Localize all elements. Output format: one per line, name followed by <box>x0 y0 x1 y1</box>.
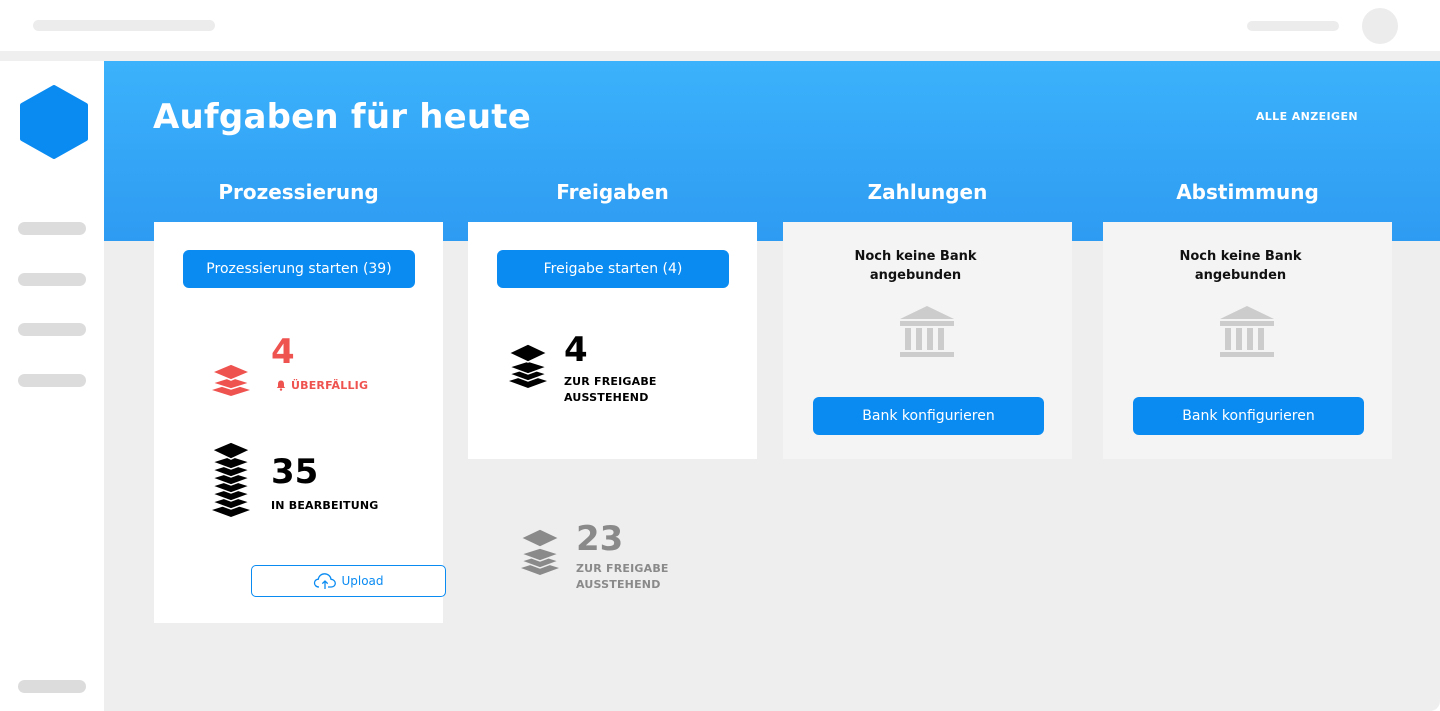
overdue-count: 4 <box>271 332 295 372</box>
tasks-banner <box>104 61 1440 241</box>
sidebar-item-2[interactable] <box>18 273 86 286</box>
payments-no-bank-line-2: angebunden <box>869 268 962 283</box>
upload-label: Upload <box>341 574 384 588</box>
processing-card: Prozessierung starten (39) 4 ÜBERFÄLLIG … <box>154 222 446 623</box>
other-pending-stack-icon <box>519 528 561 575</box>
sidebar <box>0 61 104 711</box>
avatar[interactable] <box>1362 8 1398 44</box>
sidebar-item-4[interactable] <box>18 374 86 387</box>
top-bar <box>0 0 1440 51</box>
pending-label-line-1: ZUR FREIGABE <box>564 375 657 388</box>
sidebar-item-3[interactable] <box>18 323 86 336</box>
overdue-stack-icon <box>210 363 252 396</box>
other-pending-label-line-2: AUSSTEHEND <box>576 578 661 591</box>
other-pending-count: 23 <box>576 519 624 559</box>
column-title-payments: Zahlungen <box>867 180 988 204</box>
column-title-processing: Prozessierung <box>218 180 379 204</box>
start-approval-button[interactable]: Freigabe starten (4) <box>497 250 729 288</box>
bell-icon <box>276 380 286 391</box>
start-processing-button[interactable]: Prozessierung starten (39) <box>183 250 415 288</box>
payments-no-bank-text: Noch keine Bank angebunden <box>771 247 1060 285</box>
pending-count: 4 <box>564 330 588 370</box>
app-logo-icon[interactable] <box>20 85 88 159</box>
sidebar-item-bottom[interactable] <box>18 680 86 693</box>
payments-card: Noch keine Bank angebunden Bank konfigur… <box>783 222 1072 459</box>
in-progress-label: IN BEARBEITUNG <box>271 499 379 512</box>
payments-no-bank-line-1: Noch keine Bank <box>854 249 977 264</box>
column-title-approvals: Freigaben <box>556 180 669 204</box>
reconciliation-card: Noch keine Bank angebunden Bank konfigur… <box>1103 222 1392 459</box>
reconciliation-no-bank-line-2: angebunden <box>1194 268 1287 283</box>
bank-icon <box>1220 306 1274 357</box>
main-area: Aufgaben für heute ALLE ANZEIGEN Prozess… <box>104 61 1440 711</box>
other-pending-label-line-1: ZUR FREIGABE <box>576 562 669 575</box>
approvals-card: Freigabe starten (4) 4 ZUR FREIGABE AUSS… <box>468 222 757 459</box>
show-all-link[interactable]: ALLE ANZEIGEN <box>1256 110 1358 123</box>
reconciliation-no-bank-line-1: Noch keine Bank <box>1179 249 1302 264</box>
bank-icon <box>900 306 954 357</box>
page-title: Aufgaben für heute <box>153 97 532 137</box>
in-progress-stack-icon <box>210 441 252 517</box>
pending-stack-icon <box>506 343 550 388</box>
column-title-reconciliation: Abstimmung <box>1176 180 1319 204</box>
upload-button[interactable]: Upload <box>251 565 446 597</box>
sidebar-item-1[interactable] <box>18 222 86 235</box>
cloud-upload-icon <box>314 573 337 589</box>
reconciliation-no-bank-text: Noch keine Bank angebunden <box>1096 247 1385 285</box>
in-progress-count: 35 <box>271 452 319 492</box>
reconciliation-configure-bank-button[interactable]: Bank konfigurieren <box>1133 397 1364 435</box>
topbar-divider <box>0 51 1440 61</box>
pending-label-line-2: AUSSTEHEND <box>564 391 649 404</box>
topbar-placeholder-left <box>33 20 215 31</box>
topbar-placeholder-right <box>1247 21 1339 31</box>
overdue-label: ÜBERFÄLLIG <box>291 379 369 392</box>
payments-configure-bank-button[interactable]: Bank konfigurieren <box>813 397 1044 435</box>
